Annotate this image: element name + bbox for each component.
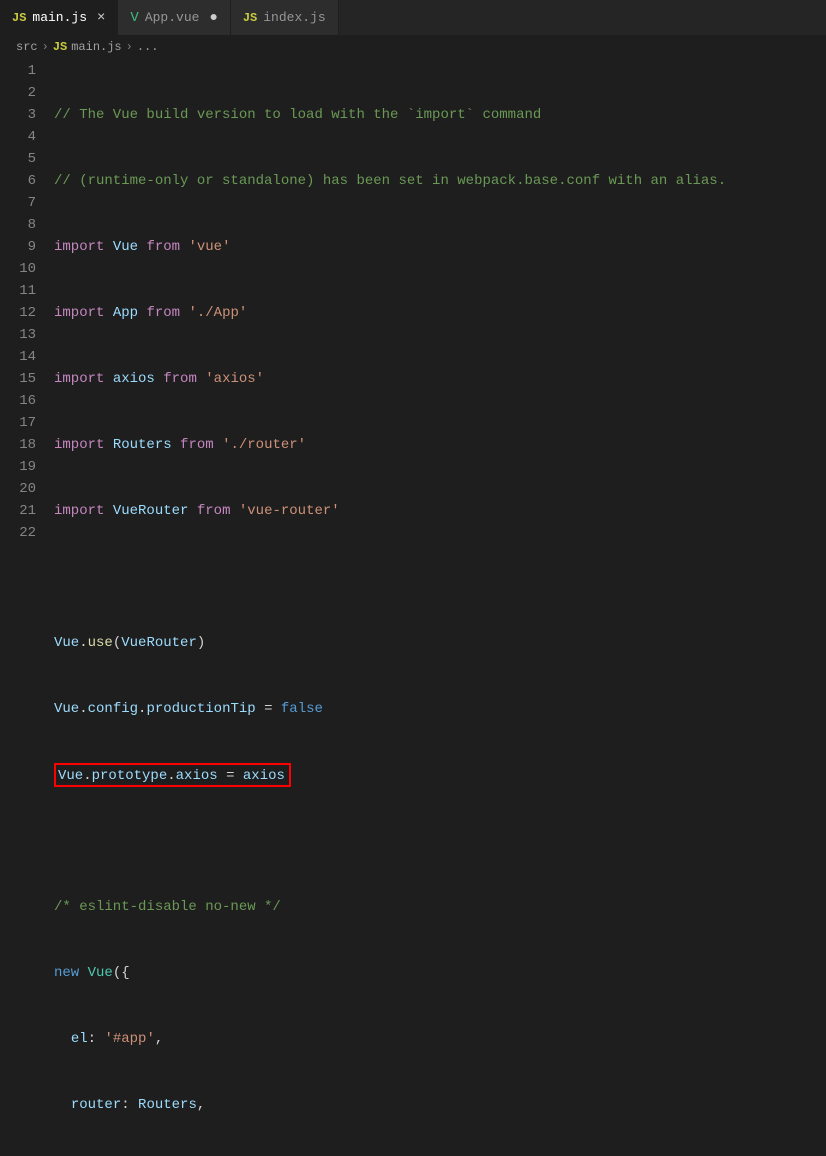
code-text: from [180, 437, 214, 453]
js-icon: JS [53, 40, 67, 54]
vue-icon: V [130, 10, 138, 26]
code-text: productionTip [146, 701, 255, 717]
line-number: 3 [0, 104, 36, 126]
code-text: router [71, 1097, 121, 1113]
code-text: './router' [222, 437, 306, 453]
line-number: 19 [0, 456, 36, 478]
line-number: 8 [0, 214, 36, 236]
tab-main-js[interactable]: JS main.js × [0, 0, 118, 35]
code-text: VueRouter [121, 635, 197, 651]
code-text: '#app' [104, 1031, 154, 1047]
line-number: 4 [0, 126, 36, 148]
code-text: VueRouter [113, 503, 189, 519]
code-text: false [281, 701, 323, 717]
highlighted-line: Vue.prototype.axios = axios [54, 763, 291, 787]
line-number: 16 [0, 390, 36, 412]
line-number: 7 [0, 192, 36, 214]
code-text: prototype [92, 768, 168, 784]
code-text: './App' [188, 305, 247, 321]
line-number: 11 [0, 280, 36, 302]
code-text: from [146, 239, 180, 255]
line-number: 17 [0, 412, 36, 434]
code-text: Routers [138, 1097, 197, 1113]
code-text: Vue [113, 239, 138, 255]
line-number: 5 [0, 148, 36, 170]
code-text: from [163, 371, 197, 387]
code-text: axios [113, 371, 155, 387]
code-text: Vue [54, 635, 79, 651]
code-text: Vue [54, 701, 79, 717]
tab-label: main.js [32, 10, 87, 25]
line-number: 20 [0, 478, 36, 500]
js-icon: JS [12, 11, 26, 25]
breadcrumb-file: main.js [71, 40, 121, 54]
code-text: use [88, 635, 113, 651]
code-text: /* eslint-disable no-new */ [54, 899, 281, 915]
chevron-right-icon: › [126, 40, 133, 54]
line-number-gutter: 1 2 3 4 5 6 7 8 9 10 11 12 13 14 15 16 1… [0, 60, 54, 1156]
tab-app-vue[interactable]: V App.vue ● [118, 0, 230, 35]
code-text: Vue [88, 965, 113, 981]
code-text: from [197, 503, 231, 519]
line-number: 14 [0, 346, 36, 368]
code-text: import [54, 371, 104, 387]
line-number: 2 [0, 82, 36, 104]
line-number: 18 [0, 434, 36, 456]
code-text: Vue [58, 768, 83, 784]
code-text: // The Vue build version to load with th… [54, 107, 541, 123]
line-number: 21 [0, 500, 36, 522]
dirty-icon: ● [209, 10, 217, 26]
js-icon: JS [243, 11, 257, 25]
code-text: App [113, 305, 138, 321]
code-text: import [54, 305, 104, 321]
tab-label: index.js [263, 10, 325, 25]
tab-bar: JS main.js × V App.vue ● JS index.js [0, 0, 826, 36]
line-number: 1 [0, 60, 36, 82]
breadcrumb-more: ... [137, 40, 159, 54]
code-text: axios [243, 768, 285, 784]
line-number: 6 [0, 170, 36, 192]
line-number: 22 [0, 522, 36, 544]
close-icon[interactable]: × [97, 10, 105, 26]
code-text: Routers [113, 437, 172, 453]
code-text: el [71, 1031, 88, 1047]
line-number: 13 [0, 324, 36, 346]
code-text: 'vue-router' [239, 503, 340, 519]
code-text: axios [176, 768, 218, 784]
tab-label: App.vue [145, 10, 200, 25]
code-text: from [146, 305, 180, 321]
line-number: 10 [0, 258, 36, 280]
code-editor[interactable]: 1 2 3 4 5 6 7 8 9 10 11 12 13 14 15 16 1… [0, 58, 826, 1156]
breadcrumb[interactable]: src › JS main.js › ... [0, 36, 826, 58]
code-text: 'axios' [205, 371, 264, 387]
code-text: import [54, 503, 104, 519]
code-text: 'vue' [188, 239, 230, 255]
tab-index-js[interactable]: JS index.js [231, 0, 339, 35]
code-text: import [54, 437, 104, 453]
code-content[interactable]: // The Vue build version to load with th… [54, 60, 826, 1156]
breadcrumb-folder: src [16, 40, 38, 54]
code-text: new [54, 965, 79, 981]
line-number: 15 [0, 368, 36, 390]
line-number: 9 [0, 236, 36, 258]
code-text: // (runtime-only or standalone) has been… [54, 173, 726, 189]
code-text: import [54, 239, 104, 255]
code-text: config [88, 701, 138, 717]
line-number: 12 [0, 302, 36, 324]
chevron-right-icon: › [42, 40, 49, 54]
